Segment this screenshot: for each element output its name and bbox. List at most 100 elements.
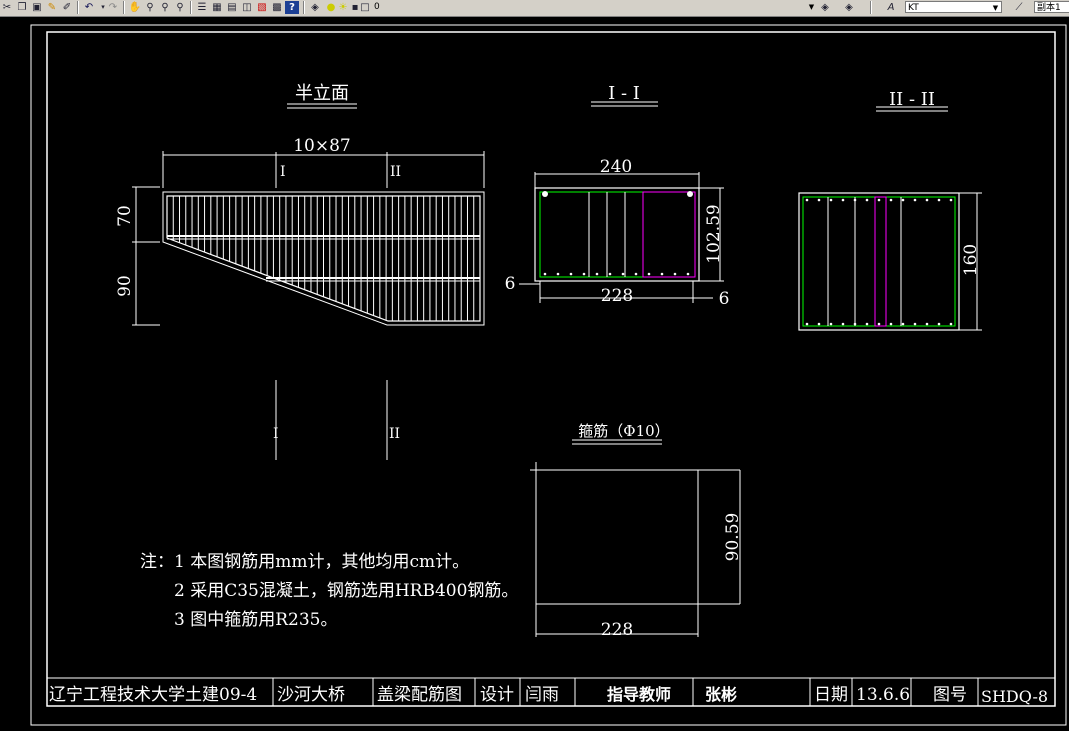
redo-icon[interactable]: ↷ xyxy=(106,1,120,14)
tb-designer: 闫雨 xyxy=(525,685,559,705)
section-2-outline xyxy=(798,192,960,331)
tb-drawing-no-label: 图号 xyxy=(933,685,967,705)
zoom-previous-icon[interactable]: ⚲ xyxy=(173,1,187,14)
rebar-dot xyxy=(889,198,893,202)
half-elevation-view: 半立面 10×87 I II 70 90 I II xyxy=(115,83,485,460)
dim-228-label: 228 xyxy=(601,286,633,306)
rebar-dot xyxy=(634,272,638,276)
undo-icon[interactable]: ↶ xyxy=(82,1,96,14)
calculator-icon[interactable]: ▩ xyxy=(270,1,284,14)
text-style-dropdown[interactable]: KT ▼ xyxy=(905,1,1002,13)
tool-palette-icon[interactable]: ▤ xyxy=(225,1,239,14)
section-2-green-stirrup xyxy=(802,196,956,327)
section-mark-2: II xyxy=(390,164,401,180)
paste-icon[interactable]: ▣ xyxy=(30,1,44,14)
half-elevation-title: 半立面 xyxy=(295,83,349,104)
drawing-canvas[interactable]: 半立面 10×87 I II 70 90 I II I - I 240 102.… xyxy=(0,17,1069,727)
layer-manager-icon[interactable]: ◈ xyxy=(308,1,322,14)
rebar-dot xyxy=(660,272,664,276)
rebar-dot xyxy=(686,272,690,276)
section-2-view: II - II 160 xyxy=(798,89,982,331)
stirrup-detail-view: 箍筋（Φ10） 90.59 228 xyxy=(530,422,743,640)
chevron-down-icon: ▼ xyxy=(808,3,815,11)
rebar-dot xyxy=(805,198,809,202)
tb-project: 沙河大桥 xyxy=(277,685,345,705)
brush-icon[interactable]: ✎ xyxy=(45,1,59,14)
rebar-dot xyxy=(556,272,560,276)
toolbar-separator xyxy=(303,1,305,14)
dim-6-left-label: 6 xyxy=(505,274,516,294)
rebar-dot xyxy=(901,198,905,202)
markup-icon[interactable]: ▧ xyxy=(255,1,269,14)
rebar-dot xyxy=(829,322,833,326)
dim-style-icon[interactable]: ⟋ xyxy=(1012,1,1026,14)
tb-advisor-label: 指导教师 xyxy=(607,685,671,704)
top-dim-label: 10×87 xyxy=(293,136,351,156)
cut-mark-1: I xyxy=(273,426,279,442)
match-prop-icon[interactable]: ✐ xyxy=(60,1,74,14)
sheet-set-icon[interactable]: ◫ xyxy=(240,1,254,14)
rebar-dot xyxy=(569,272,573,276)
section-mark-1: I xyxy=(280,164,286,180)
text-style-value: KT xyxy=(908,3,919,13)
note-2: 2 采用C35混凝土，钢筋选用HRB400钢筋。 xyxy=(174,581,518,601)
rebar-dot xyxy=(853,198,857,202)
rebar-dot xyxy=(543,272,547,276)
stirrup-title: 箍筋（Φ10） xyxy=(578,422,669,440)
rebar-dot xyxy=(647,272,651,276)
rebar-dot xyxy=(582,272,586,276)
rebar-dot xyxy=(805,322,809,326)
rebar-dot xyxy=(913,198,917,202)
layer-state-icon[interactable]: ◈ xyxy=(842,1,856,14)
rebar-dot xyxy=(889,322,893,326)
toolbar-separator xyxy=(123,1,125,14)
cad-toolbar: ✂ ❐ ▣ ✎ ✐ ↶ ▾ ↷ ✋ ⚲ ⚲ ⚲ ☰ ▦ ▤ ◫ ▧ ▩ ? ◈ … xyxy=(0,0,1069,17)
layer-dropdown[interactable]: ▼ xyxy=(372,1,817,13)
rebar-dot xyxy=(877,198,881,202)
section-2-magenta-stirrup xyxy=(874,196,887,327)
copy-icon[interactable]: ❐ xyxy=(15,1,29,14)
rebar-dot xyxy=(901,322,905,326)
stirrup-lines xyxy=(166,196,481,321)
tb-school: 辽宁工程技术大学土建09-4 xyxy=(49,685,257,705)
pan-icon[interactable]: ✋ xyxy=(128,1,142,14)
rebar-dot xyxy=(673,272,677,276)
stirrup-height-label: 90.59 xyxy=(723,513,743,562)
cut-mark-2: II xyxy=(389,426,400,442)
text-style-icon[interactable]: A xyxy=(884,1,898,14)
rebar-dot xyxy=(853,322,857,326)
layer-color-icon[interactable]: □ xyxy=(358,1,372,14)
dim-style-value: 副本1 xyxy=(1037,3,1061,13)
toolbar-separator xyxy=(190,1,192,14)
section-1-outline xyxy=(534,187,700,282)
inner-frame xyxy=(46,31,1056,707)
zoom-window-icon[interactable]: ⚲ xyxy=(158,1,172,14)
zoom-realtime-icon[interactable]: ⚲ xyxy=(143,1,157,14)
dim-style-dropdown[interactable]: 副本1 xyxy=(1034,1,1069,13)
dim-160-label: 160 xyxy=(961,244,981,276)
rebar-dot xyxy=(865,198,869,202)
section-1-green-stirrup xyxy=(539,191,696,278)
rebar-dot xyxy=(841,322,845,326)
tb-date: 13.6.6 xyxy=(856,685,910,705)
section-1-bottom-dots xyxy=(543,272,690,276)
layer-previous-icon[interactable]: ◈ xyxy=(818,1,832,14)
help-icon[interactable]: ? xyxy=(285,1,299,14)
tb-drawing-no: SHDQ-8 xyxy=(981,687,1048,706)
scissors-icon[interactable]: ✂ xyxy=(0,1,14,14)
rebar-dot xyxy=(865,322,869,326)
properties-icon[interactable]: ☰ xyxy=(195,1,209,14)
chevron-down-icon: ▼ xyxy=(992,4,999,12)
title-block: 辽宁工程技术大学土建09-4 沙河大桥 盖梁配筋图 设计 闫雨 指导教师 张彬 … xyxy=(47,677,1055,706)
tb-advisor: 张彬 xyxy=(705,685,737,704)
rebar-dot xyxy=(817,322,821,326)
dim-70-label: 70 xyxy=(115,205,135,227)
design-center-icon[interactable]: ▦ xyxy=(210,1,224,14)
note-1: 注：1 本图钢筋用mm计，其他均用cm计。 xyxy=(140,552,469,572)
rebar-dot xyxy=(937,198,941,202)
rebar-dot xyxy=(817,198,821,202)
rebar-dot xyxy=(829,198,833,202)
rebar-dot xyxy=(621,272,625,276)
drawing-svg: 半立面 10×87 I II 70 90 I II I - I 240 102.… xyxy=(30,24,1067,726)
rebar-dot xyxy=(925,322,929,326)
